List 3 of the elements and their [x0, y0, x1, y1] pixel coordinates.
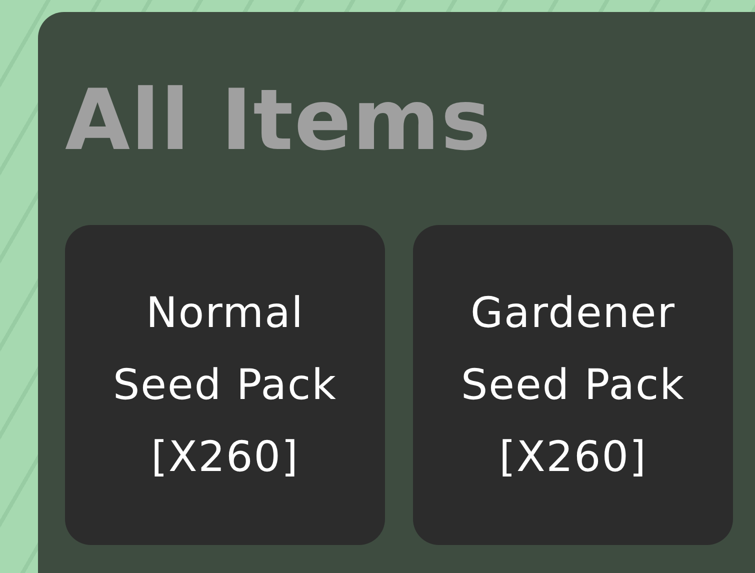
panel-title: All Items — [65, 70, 492, 170]
item-card[interactable]: Gardener Seed Pack [X260] — [413, 225, 733, 545]
item-card[interactable]: Normal Seed Pack [X260] — [65, 225, 385, 545]
